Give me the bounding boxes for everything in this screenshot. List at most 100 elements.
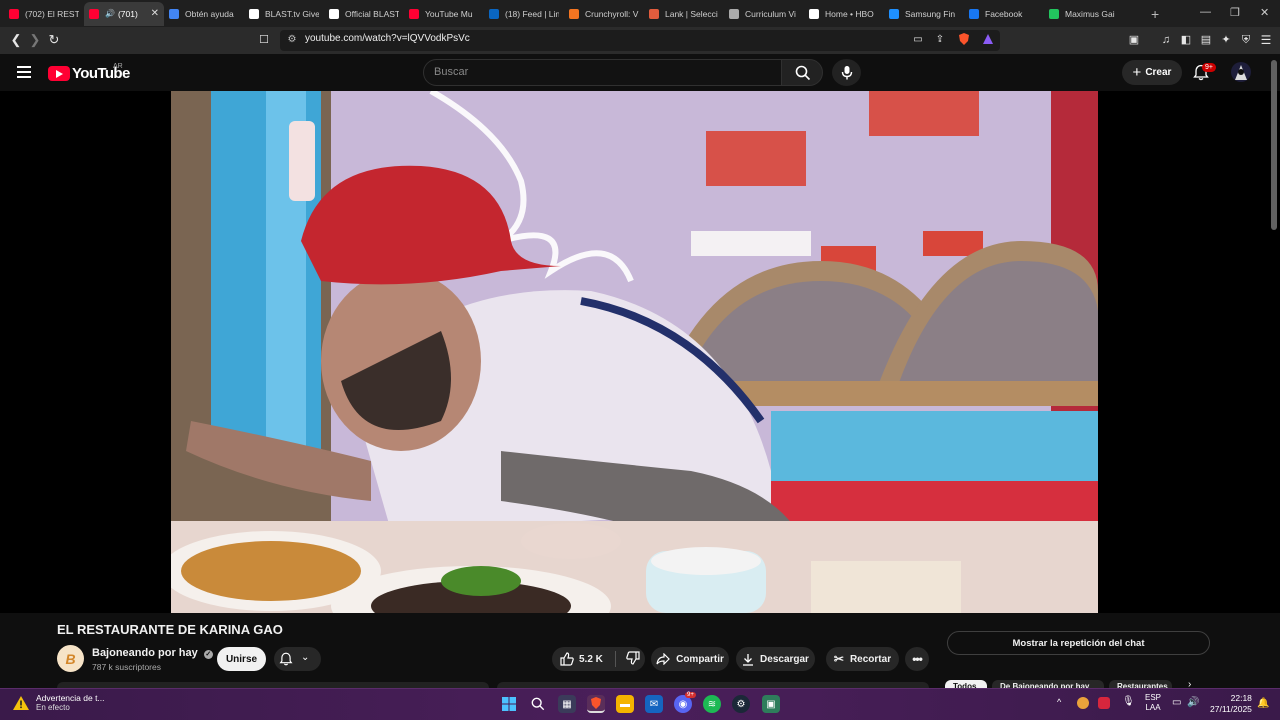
warning-notification[interactable]: Advertencia de t... En efecto	[12, 693, 105, 712]
warning-subtitle: En efecto	[36, 703, 70, 712]
page-scrollbar[interactable]	[1271, 60, 1277, 230]
show-chat-replay-button[interactable]: Mostrar la repetición del chat	[947, 631, 1210, 655]
app-icon[interactable]: ▣	[762, 695, 780, 713]
share-button[interactable]: Compartir	[651, 647, 729, 671]
download-button[interactable]: Descargar	[736, 647, 815, 671]
brave-shield-icon[interactable]	[956, 32, 972, 48]
back-icon[interactable]: ❮	[8, 32, 24, 48]
close-window-button[interactable]: ✕	[1260, 6, 1269, 19]
forward-icon[interactable]: ❯	[27, 32, 43, 48]
tab-title: Official BLAST	[345, 8, 399, 19]
like-dislike-group: 5.2 K	[552, 647, 645, 671]
sidebar-icon[interactable]: ◧	[1178, 32, 1194, 48]
tray-overflow-icon[interactable]: ^	[1057, 697, 1061, 707]
tray-mic-icon[interactable]: 🎙	[1122, 696, 1135, 707]
microphone-icon	[841, 66, 853, 80]
tab-title: Maximus Gai	[1065, 8, 1115, 19]
thumbs-down-icon	[626, 650, 640, 665]
share-icon	[656, 653, 670, 665]
volume-icon[interactable]: 🔊	[1187, 697, 1199, 708]
browser-tab[interactable]: 🔊 (701) ✕	[84, 1, 164, 26]
brave-rewards-icon[interactable]	[980, 32, 996, 48]
subscriber-count: 787 k suscriptores	[92, 662, 161, 672]
widgets-icon[interactable]: ▦	[558, 695, 576, 713]
browser-tab[interactable]: Curriculum Vi	[724, 2, 804, 26]
browser-tab[interactable]: Obtén ayuda	[164, 2, 244, 26]
search-input[interactable]	[423, 59, 782, 86]
file-explorer-icon[interactable]: ▬	[616, 695, 634, 713]
close-tab-icon[interactable]: ✕	[151, 8, 159, 19]
tab-title: Facebook	[985, 8, 1023, 19]
channel-avatar[interactable]: B	[57, 645, 84, 672]
create-button[interactable]: + Crear	[1122, 60, 1182, 85]
hbo-icon	[809, 8, 819, 19]
account-avatar[interactable]	[1231, 62, 1251, 82]
download-icon	[743, 653, 754, 666]
voice-search-button[interactable]	[832, 59, 861, 86]
reload-icon[interactable]: ↻	[46, 32, 62, 48]
join-button[interactable]: Unirse	[217, 647, 266, 671]
browser-tab[interactable]: YouTube Mu	[404, 2, 484, 26]
notification-center-icon[interactable]: 🔔	[1257, 698, 1269, 709]
browser-tab[interactable]: Facebook	[964, 2, 1044, 26]
maximus-icon	[1049, 8, 1059, 19]
steam-icon[interactable]: ⚙	[732, 695, 750, 713]
tab-title: Lank | Selecci	[665, 8, 718, 19]
maximize-button[interactable]: ❐	[1230, 6, 1240, 19]
new-tab-button[interactable]: +	[1145, 6, 1159, 24]
video-frame[interactable]	[171, 91, 1098, 613]
more-actions-button[interactable]: •••	[905, 647, 929, 671]
browser-tab[interactable]: Crunchyroll: V	[564, 2, 644, 26]
share-page-icon[interactable]: ⇪	[932, 32, 948, 48]
tab-title: BLAST.tv Give	[265, 8, 319, 19]
browser-tab[interactable]: (18) Feed | Lin	[484, 2, 564, 26]
browser-tab[interactable]: Home • HBO	[804, 2, 884, 26]
clip-button[interactable]: ✂ Recortar	[826, 647, 899, 671]
menu-icon[interactable]: ☰	[1258, 32, 1274, 48]
cast-icon[interactable]: ▭	[910, 32, 926, 48]
site-info-icon[interactable]: ⚙	[284, 32, 300, 48]
youtube-music-icon	[409, 8, 419, 19]
speaker-icon[interactable]: 🔊	[105, 9, 115, 18]
outlook-icon[interactable]: ✉	[645, 695, 663, 713]
taskbar-search-icon[interactable]	[529, 695, 547, 713]
like-divider	[614, 651, 616, 667]
keyboard-language[interactable]: ESP LAA	[1145, 693, 1161, 713]
wallet-icon[interactable]: ▤	[1198, 32, 1214, 48]
leo-ai-icon[interactable]: ✦	[1218, 32, 1234, 48]
minimize-button[interactable]: —	[1200, 6, 1211, 18]
chevron-down-icon: ⌄	[301, 652, 310, 663]
subscription-bell-button[interactable]: ⌄	[274, 647, 321, 671]
media-icon[interactable]: ♫	[1158, 32, 1174, 48]
verified-icon: ✓	[203, 650, 213, 659]
dislike-button[interactable]	[626, 650, 640, 668]
youtube-icon	[9, 8, 19, 19]
bookmark-icon[interactable]: ☐	[256, 32, 272, 48]
tray-app-icon[interactable]	[1077, 697, 1089, 709]
network-icon[interactable]: ▭	[1172, 697, 1181, 708]
browser-tab[interactable]: (702) El RESTA	[4, 2, 84, 26]
hamburger-menu-icon[interactable]	[17, 66, 31, 78]
browser-tab[interactable]: Maximus Gai	[1044, 2, 1124, 26]
tab-title: (702) El RESTA	[25, 8, 79, 19]
brave-taskbar-icon[interactable]	[587, 695, 605, 713]
channel-name[interactable]: Bajoneando por hay ✓	[92, 647, 213, 659]
start-menu-icon[interactable]	[500, 695, 518, 713]
like-button[interactable]: 5.2 K	[560, 652, 603, 666]
browser-tab[interactable]: Samsung Fin	[884, 2, 964, 26]
browser-tab[interactable]: BLAST.tv Give	[244, 2, 324, 26]
tray-security-icon[interactable]	[1098, 697, 1110, 709]
taskbar-clock[interactable]: 22:18 27/11/2025	[1210, 693, 1252, 715]
spotify-icon[interactable]: ≋	[703, 695, 721, 713]
search-button[interactable]	[781, 59, 823, 86]
screenshot-icon[interactable]: ▣	[1126, 32, 1142, 48]
vpn-icon[interactable]: ⛨	[1238, 32, 1254, 48]
tab-title: YouTube Mu	[425, 8, 473, 19]
bell-icon	[279, 652, 293, 666]
browser-tab[interactable]: Lank | Selecci	[644, 2, 724, 26]
discord-badge: 9+	[685, 692, 696, 698]
notification-badge: 9+	[1202, 63, 1216, 72]
tab-title: Crunchyroll: V	[585, 8, 639, 19]
url-text[interactable]: youtube.com/watch?v=lQVVodkPsVc	[305, 33, 470, 44]
browser-tab[interactable]: Official BLAST	[324, 2, 404, 26]
